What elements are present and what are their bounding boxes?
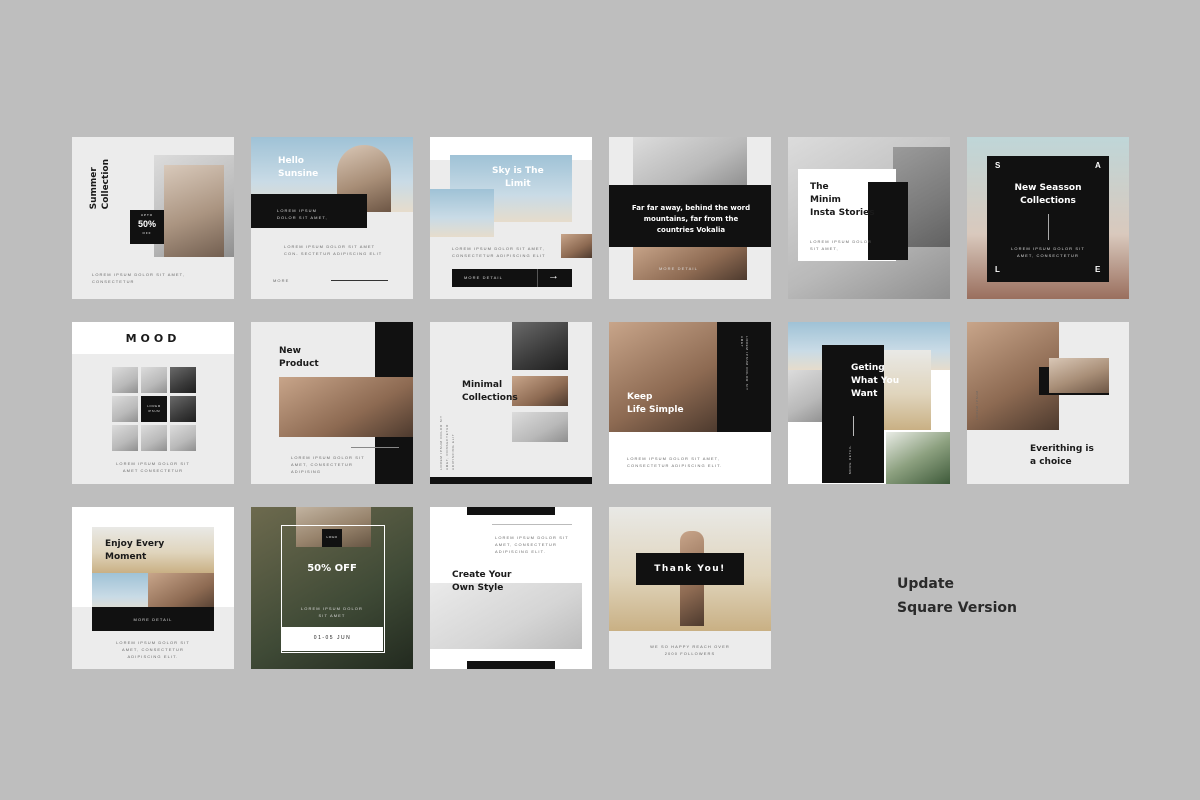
card-new-season[interactable]: S A L E New Seasson Collections LOREM IPS… <box>967 137 1129 299</box>
discount-badge: UPTO 50% OFF <box>130 210 164 244</box>
card-minimal-collections[interactable]: Minimal Collections LOREM IPSUM DOLOR SIT… <box>430 322 592 484</box>
side-text: LOREM IPSUM DOLOR SIT AMET <box>740 336 749 391</box>
photo-small <box>561 234 592 258</box>
grid-center-label: LOREM IPSUM <box>147 404 161 413</box>
card-sky-limit[interactable]: Sky is The Limit LOREM IPSUM DOLOR SIT AM… <box>430 137 592 299</box>
letter-a: A <box>1095 161 1101 170</box>
photo-top <box>633 137 747 187</box>
card-title: New Product <box>279 346 319 369</box>
photo-3 <box>512 412 568 442</box>
card-title: Create Your Own Style <box>452 570 512 593</box>
card-body: LOREM IPSUM DOLOR SIT AMET, CONSECTETUR … <box>291 455 365 474</box>
card-title: Enjoy Every Moment <box>105 539 165 562</box>
bottom-bar <box>430 477 592 484</box>
more-link[interactable]: MORE <box>273 277 289 284</box>
card-title: Minimal Collections <box>462 380 518 403</box>
button-label: MORE DETAIL <box>133 617 173 622</box>
card-body: LOREM IPSUM DOLOR SIT AMET, CONSECTETUR … <box>627 456 723 468</box>
card-fifty-off[interactable]: LOGO 50% OFF LOREM IPSUM DOLOR SIT AMET … <box>251 507 413 669</box>
more-detail-button[interactable]: MORE DETAIL → <box>452 269 572 287</box>
letter-e: E <box>1095 265 1101 274</box>
card-new-product[interactable]: New Product LOREM IPSUM DOLOR SIT AMET, C… <box>251 322 413 484</box>
divider-line <box>351 447 399 448</box>
date-label: 01-05 JUN <box>313 635 352 641</box>
card-body: LOREM IPSUM DOLOR SIT AMET CONSECTETUR <box>116 461 190 473</box>
bottom-bar <box>467 661 555 669</box>
letter-l: L <box>995 265 1000 274</box>
divider-line <box>1048 214 1049 240</box>
more-detail-button[interactable]: MORE DETAIL <box>92 607 214 631</box>
card-title: Thank You! <box>654 564 726 574</box>
card-enjoy-moment[interactable]: Enjoy Every Moment MORE DETAIL LOREM IPSU… <box>72 507 234 669</box>
card-hello-sunsine[interactable]: Hello Sunsine LOREM IPSUM DOLOR SIT AMET, … <box>251 137 413 299</box>
card-title: New Seasson Collections <box>1014 183 1082 206</box>
divider-line <box>492 524 572 525</box>
photo-woman <box>279 377 413 437</box>
photo-friends <box>430 189 494 237</box>
side-text[interactable]: MORE DETAIL <box>848 444 853 474</box>
arrow-line <box>331 280 388 281</box>
card-mood[interactable]: MOOD LOREM IPSUM LOREM IPSUM DOLOR SIT AM… <box>72 322 234 484</box>
letter-s: S <box>995 161 1001 170</box>
card-body: LOREM IPSUM DOLOR SIT AMET, CONSECTETUR <box>92 272 185 284</box>
card-body: LOREM IPSUM DOLOR SIT AMET <box>300 606 364 618</box>
card-title: Geting What You Want <box>851 363 900 399</box>
card-body: WE SO HAPPY REACH OVER 2000 FOLLOWERS <box>650 644 730 656</box>
card-body: LOREM IPSUM DOLOR SIT AMET, <box>810 239 873 251</box>
photo-bottom <box>633 245 747 280</box>
card-body: LOREM IPSUM DOLOR SIT AMET, CONSECTETUR <box>1011 246 1085 258</box>
panel-text: LOREM IPSUM DOLOR SIT AMET, <box>277 208 328 220</box>
card-title: Everithing is a choice <box>1030 444 1094 467</box>
photo-left <box>788 370 826 422</box>
arrow-icon: → <box>548 270 559 282</box>
card-body: LOREM IPSUM DOLOR SIT AMET, CONSECTETUR … <box>116 640 190 659</box>
card-summer-collection[interactable]: Summer Collection UPTO 50% OFF LOREM IPSU… <box>72 137 234 299</box>
card-everithing-choice[interactable]: LOREM IPSUM Everithing is a choice <box>967 322 1129 484</box>
badge-bottom: OFF <box>142 231 152 235</box>
more-detail-button[interactable]: MORE DETAIL <box>659 265 698 272</box>
photo-1 <box>512 322 568 370</box>
side-text: LOREM IPSUM <box>975 390 979 420</box>
photo-woman-face <box>164 165 224 257</box>
card-title: Sky is The Limit <box>492 166 544 189</box>
card-body: Far far away, behind the word mountains,… <box>631 204 751 234</box>
update-label: Update Square Version <box>897 576 1017 616</box>
card-minim-stories[interactable]: The Minim Insta Stories LOREM IPSUM DOLOR … <box>788 137 950 299</box>
card-body: LOREM IPSUM DOLOR SIT AMET CON- SECTETUR… <box>284 244 383 256</box>
card-geting-want[interactable]: Geting What You Want MORE DETAIL <box>788 322 950 484</box>
card-title: The Minim Insta Stories <box>810 182 875 218</box>
card-title: Summer Collection <box>89 159 111 210</box>
card-keep-life-simple[interactable]: Keep Life Simple LOREM IPSUM DOLOR SIT AM… <box>609 322 771 484</box>
card-thank-you[interactable]: Thank You! WE SO HAPPY REACH OVER 2000 FO… <box>609 507 771 669</box>
top-bar <box>467 507 555 515</box>
badge-value: 50% <box>137 219 156 229</box>
side-text: LOREM IPSUM DOLOR SIT AMET, CONSECTETUR … <box>439 415 455 470</box>
divider-line <box>853 416 854 436</box>
card-title: MOOD <box>125 332 181 345</box>
photo-2 <box>512 376 568 406</box>
card-body: LOREM IPSUM DOLOR SIT AMET, CONSECTETUR … <box>495 535 569 554</box>
button-label: MORE DETAIL <box>464 275 503 280</box>
logo: LOGO <box>326 535 338 539</box>
card-title: Hello Sunsine <box>278 156 319 179</box>
card-body: LOREM IPSUM DOLOR SIT AMET, CONSECTETUR … <box>452 246 546 258</box>
card-title: Keep Life Simple <box>627 392 684 415</box>
card-title: 50% OFF <box>307 563 357 574</box>
card-far-away[interactable]: Far far away, behind the word mountains,… <box>609 137 771 299</box>
photo-woman <box>1049 358 1109 393</box>
card-create-style[interactable]: LOREM IPSUM DOLOR SIT AMET, CONSECTETUR … <box>430 507 592 669</box>
photo-plant <box>886 432 950 484</box>
